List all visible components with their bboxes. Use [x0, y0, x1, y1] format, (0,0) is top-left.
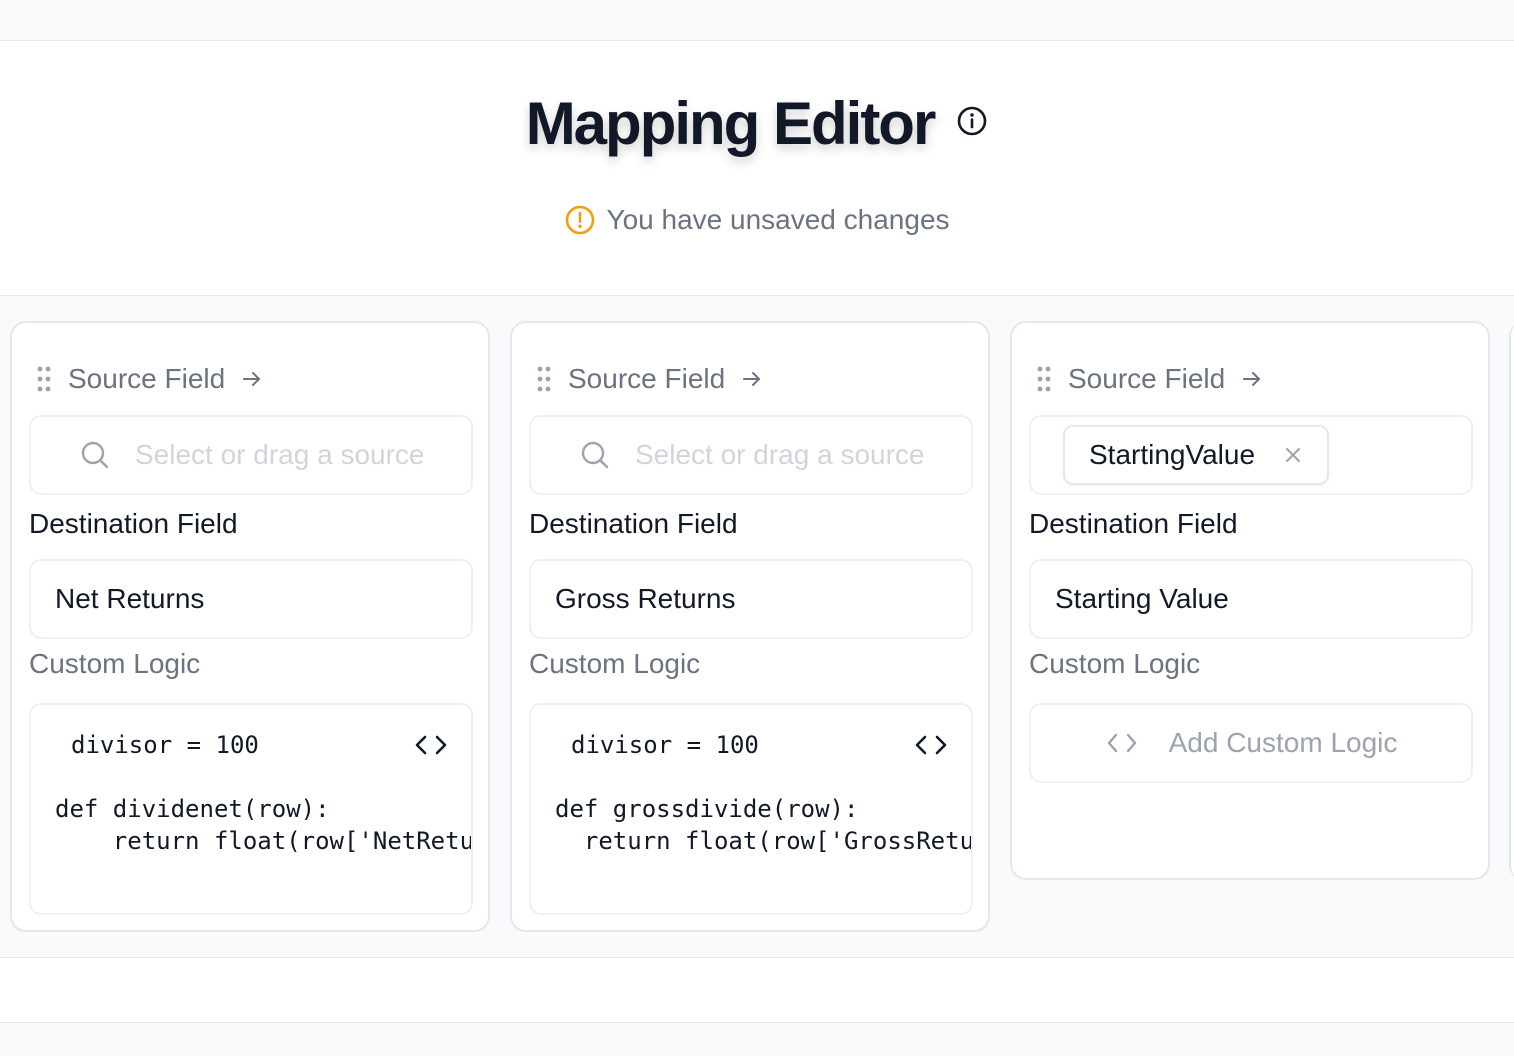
source-field-label: Source Field	[1068, 363, 1226, 394]
destination-field-label: Destination Field	[529, 508, 738, 539]
code-line: def grossdivide(row):	[555, 795, 859, 823]
card-header: Source Field	[1036, 363, 1263, 395]
source-field-select[interactable]: StartingValue	[1029, 415, 1473, 495]
editor-header: Mapping Editor You have unsaved changes	[0, 41, 1514, 295]
destination-field[interactable]: Gross Returns	[529, 559, 973, 639]
source-field-label: Source Field	[568, 363, 726, 394]
code-line: divisor = 100	[71, 731, 259, 759]
code-line: return float(row['NetReturns']) / diviso…	[112, 827, 473, 855]
unsaved-changes-notice: You have unsaved changes	[0, 204, 1514, 236]
destination-field[interactable]: Starting Value	[1029, 559, 1473, 639]
source-field-input[interactable]	[135, 435, 427, 475]
code-line: def dividenet(row):	[55, 795, 330, 823]
source-field-label: Source Field	[68, 363, 226, 394]
custom-logic-label: Custom Logic	[1029, 648, 1201, 679]
mapping-card: Source Field Destination Field Net Retur…	[10, 321, 490, 932]
selected-source-label: StartingValue	[1089, 439, 1256, 470]
footer	[0, 958, 1514, 1023]
title-row: Mapping Editor	[0, 89, 1514, 158]
selected-source-chip: StartingValue	[1063, 425, 1330, 485]
arrow-right-icon	[741, 368, 763, 390]
source-field-select[interactable]	[529, 415, 973, 495]
destination-field-value: Gross Returns	[555, 583, 736, 614]
add-custom-logic-button[interactable]: Add Custom Logic	[1029, 703, 1473, 783]
code-line: divisor = 100	[571, 731, 759, 759]
page-title: Mapping Editor	[525, 90, 937, 157]
destination-field-label: Destination Field	[29, 508, 238, 539]
destination-field[interactable]: Net Returns	[29, 559, 473, 639]
search-icon	[579, 439, 611, 471]
search-icon	[79, 439, 111, 471]
drag-handle-icon[interactable]	[1036, 365, 1052, 393]
destination-field-value: Net Returns	[55, 583, 205, 614]
card-header: Source Field	[36, 363, 263, 395]
destination-field-value: Starting Value	[1055, 583, 1229, 614]
custom-logic-label: Custom Logic	[529, 648, 701, 679]
custom-logic-editor[interactable]: divisor = 100 def grossdivide(row): retu…	[529, 703, 973, 915]
unsaved-changes-text: You have unsaved changes	[606, 204, 950, 235]
next-mapping-card-edge	[1509, 321, 1514, 881]
mapping-card: Source Field Destination Field Gross Ret…	[510, 321, 990, 932]
bottom-bar	[0, 1023, 1514, 1056]
info-circle-icon[interactable]	[956, 105, 988, 137]
alert-circle-icon	[564, 204, 596, 236]
source-field-input[interactable]	[635, 435, 927, 475]
mapping-card: Source Field StartingValue Destination F…	[1010, 321, 1490, 880]
top-bar	[0, 0, 1514, 41]
custom-logic-label: Custom Logic	[29, 648, 201, 679]
code-brackets-icon[interactable]	[413, 729, 449, 761]
code-brackets-icon[interactable]	[913, 729, 949, 761]
add-custom-logic-label: Add Custom Logic	[1168, 727, 1398, 758]
source-field-select[interactable]	[29, 415, 473, 495]
mapping-board: Source Field Destination Field Net Retur…	[0, 295, 1514, 958]
code-line: return float(row['GrossReturns']) / divi…	[583, 827, 973, 855]
arrow-right-icon	[241, 368, 263, 390]
code-brackets-icon	[1105, 728, 1139, 758]
destination-field-label: Destination Field	[1029, 508, 1238, 539]
close-icon[interactable]	[1283, 445, 1303, 465]
drag-handle-icon[interactable]	[36, 365, 52, 393]
custom-logic-editor[interactable]: divisor = 100 def dividenet(row): return…	[29, 703, 473, 915]
drag-handle-icon[interactable]	[536, 365, 552, 393]
arrow-right-icon	[1241, 368, 1263, 390]
card-header: Source Field	[536, 363, 763, 395]
